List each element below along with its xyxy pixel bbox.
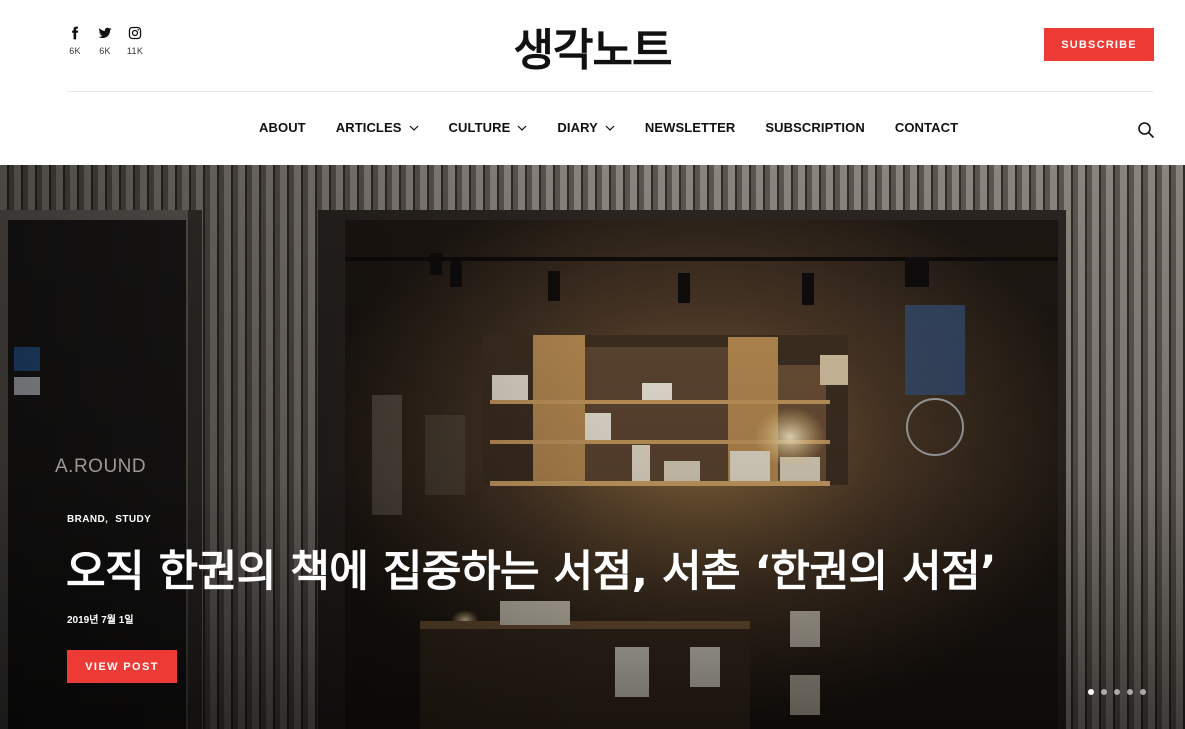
nav-item-contact[interactable]: CONTACT bbox=[895, 120, 958, 135]
nav-item-label: CONTACT bbox=[894, 120, 959, 135]
nav-item-label: ABOUT bbox=[259, 120, 306, 135]
shop-sign-text: A.ROUND bbox=[55, 456, 146, 477]
post-date: 2019년 7월 1일 bbox=[67, 615, 134, 626]
nav-item-newsletter[interactable]: NEWSLETTER bbox=[645, 120, 736, 135]
nav-item-culture[interactable]: CULTURE bbox=[449, 120, 528, 135]
search-icon[interactable] bbox=[1137, 121, 1155, 139]
nav-item-label: SUBSCRIPTION bbox=[765, 120, 865, 135]
chevron-down-icon bbox=[409, 125, 418, 131]
site-header: 6K 6K 11K 생각노트 SUBSCRIBE bbox=[0, 0, 1185, 92]
site-logo[interactable]: 생각노트 bbox=[0, 14, 1185, 78]
slider-dot[interactable] bbox=[1088, 689, 1094, 695]
nav-item-label: DIARY bbox=[557, 120, 598, 135]
post-title[interactable]: 오직 한권의 책에 집중하는 서점, 서촌 ‘한권의 서점’ bbox=[66, 537, 997, 599]
chevron-down-icon bbox=[517, 125, 527, 131]
slider-dot[interactable] bbox=[1114, 689, 1120, 695]
nav-item-about[interactable]: ABOUT bbox=[259, 120, 306, 135]
hero-slider: A.ROUND BRAND, STUDY 오직 한권의 책에 집중하는 서점, … bbox=[0, 165, 1185, 729]
nav-item-subscription[interactable]: SUBSCRIPTION bbox=[765, 120, 864, 135]
nav-item-diary[interactable]: DIARY bbox=[557, 120, 615, 135]
slider-dot[interactable] bbox=[1127, 689, 1133, 695]
nav-item-articles[interactable]: ARTICLES bbox=[336, 120, 419, 135]
subscribe-button[interactable]: SUBSCRIBE bbox=[1044, 28, 1154, 61]
chevron-down-icon bbox=[605, 125, 615, 131]
category-link[interactable]: STUDY bbox=[115, 514, 151, 525]
main-nav: ABOUT ARTICLES CULTURE DIARY NEWSLETTER … bbox=[0, 92, 1185, 165]
post-categories: BRAND, STUDY bbox=[67, 514, 151, 525]
slider-dot[interactable] bbox=[1140, 689, 1146, 695]
category-link[interactable]: BRAND, bbox=[67, 514, 108, 525]
hero-image: A.ROUND bbox=[0, 165, 1185, 729]
nav-item-label: ARTICLES bbox=[335, 120, 402, 135]
slider-dots bbox=[1088, 689, 1146, 695]
nav-item-label: CULTURE bbox=[448, 120, 511, 135]
nav-item-label: NEWSLETTER bbox=[644, 120, 736, 135]
slider-dot[interactable] bbox=[1101, 689, 1107, 695]
nav-menu: ABOUT ARTICLES CULTURE DIARY NEWSLETTER … bbox=[259, 120, 958, 135]
view-post-button[interactable]: VIEW POST bbox=[67, 650, 177, 683]
